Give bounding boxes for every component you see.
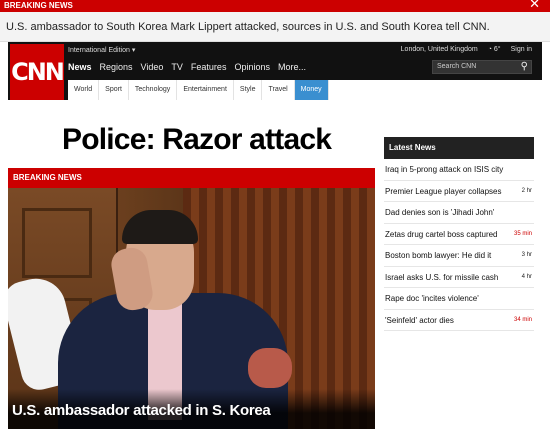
lead-photo[interactable]: U.S. ambassador attacked in S. Korea xyxy=(8,188,375,429)
news-item-text: 'Seinfeld' actor dies xyxy=(385,315,454,325)
utility-bar: London, United Kingdom ◔ 6° Sign in xyxy=(401,46,532,53)
close-icon[interactable]: ✕ xyxy=(529,0,540,10)
list-item[interactable]: Dad denies son is 'Jihadi John' xyxy=(384,202,534,224)
news-item-text: Premier League player collapses xyxy=(385,186,502,196)
subnav-entertainment[interactable]: Entertainment xyxy=(177,80,234,100)
news-item-text: Dad denies son is 'Jihadi John' xyxy=(385,208,495,217)
latest-news-list: Iraq in 5-prong attack on ISIS city Prem… xyxy=(384,159,534,331)
subnav-technology[interactable]: Technology xyxy=(129,80,178,100)
subnav-sport[interactable]: Sport xyxy=(99,80,129,100)
weather-icon[interactable]: ◔ 6° xyxy=(488,46,501,53)
breaking-news-bar: BREAKING NEWS ✕ xyxy=(0,0,550,12)
breaking-news-headline[interactable]: U.S. ambassador to South Korea Mark Lipp… xyxy=(0,12,550,42)
news-item-text: Israel asks U.S. for missile cash xyxy=(385,272,499,282)
list-item[interactable]: Premier League player collapses 2 hr xyxy=(384,181,534,202)
search-input[interactable]: Search CNN ⚲ xyxy=(432,60,532,74)
subnav-style[interactable]: Style xyxy=(234,80,263,100)
main-nav: News Regions Video TV Features Opinions … xyxy=(68,62,306,72)
news-item-time: 34 min xyxy=(513,316,532,323)
nav-features[interactable]: Features xyxy=(191,62,227,72)
news-item-time: 35 min xyxy=(513,230,532,237)
news-item-text: Zetas drug cartel boss captured xyxy=(385,229,498,239)
list-item[interactable]: Iraq in 5-prong attack on ISIS city xyxy=(384,159,534,181)
site-header: CNN International Edition ▾ London, Unit… xyxy=(8,42,542,100)
page-headline[interactable]: Police: Razor attack xyxy=(62,123,332,157)
list-item[interactable]: Zetas drug cartel boss captured 35 min xyxy=(384,224,534,245)
nav-news[interactable]: News xyxy=(68,62,92,72)
news-item-time: 4 hr xyxy=(521,273,532,280)
news-item-time: 2 hr xyxy=(521,187,532,194)
photo-hand xyxy=(248,348,292,388)
search-icon[interactable]: ⚲ xyxy=(521,61,528,73)
nav-tv[interactable]: TV xyxy=(171,62,183,72)
sub-nav: World Sport Technology Entertainment Sty… xyxy=(68,80,542,100)
photo-caption[interactable]: U.S. ambassador attacked in S. Korea xyxy=(12,402,271,419)
location-label: London, United Kingdom xyxy=(400,46,478,53)
nav-more[interactable]: More... xyxy=(278,62,306,72)
signin-link[interactable]: Sign in xyxy=(511,46,532,53)
photo-door-panel xyxy=(22,208,92,278)
subnav-world[interactable]: World xyxy=(68,80,100,100)
search-placeholder: Search CNN xyxy=(437,63,477,70)
list-item[interactable]: Israel asks U.S. for missile cash 4 hr xyxy=(384,267,534,288)
edition-selector[interactable]: International Edition ▾ xyxy=(68,46,135,54)
list-item[interactable]: Rape doc 'incites violence' xyxy=(384,288,534,310)
nav-regions[interactable]: Regions xyxy=(100,62,133,72)
news-item-text: Rape doc 'incites violence' xyxy=(385,294,479,303)
latest-news-panel: Latest News Iraq in 5-prong attack on IS… xyxy=(384,137,534,331)
nav-opinions[interactable]: Opinions xyxy=(234,62,270,72)
news-item-time: 3 hr xyxy=(521,252,532,258)
list-item[interactable]: 'Seinfeld' actor dies 34 min xyxy=(384,310,534,331)
breaking-news-label: BREAKING NEWS xyxy=(4,1,73,10)
latest-news-title: Latest News xyxy=(384,137,534,159)
news-item-text: Boston bomb lawyer: He did it xyxy=(385,251,492,260)
list-item[interactable]: Boston bomb lawyer: He did it 3 hr xyxy=(384,245,534,267)
subnav-travel[interactable]: Travel xyxy=(262,80,295,100)
nav-video[interactable]: Video xyxy=(141,62,164,72)
subnav-money[interactable]: Money xyxy=(294,80,329,100)
breaking-news-strip: BREAKING NEWS xyxy=(8,168,375,188)
news-item-text: Iraq in 5-prong attack on ISIS city xyxy=(385,165,504,174)
cnn-logo[interactable]: CNN xyxy=(10,44,65,100)
